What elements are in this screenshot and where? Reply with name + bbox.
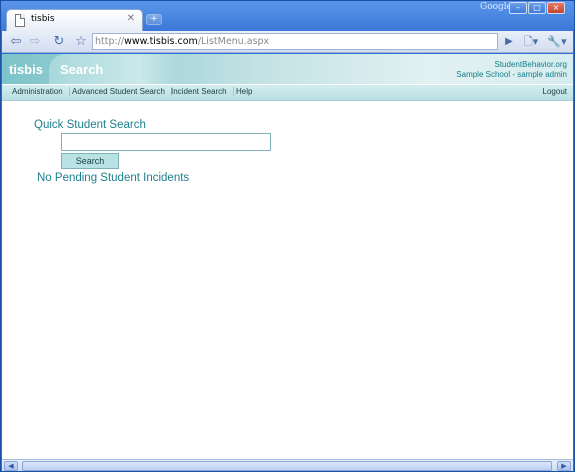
close-window-button[interactable]: × — [547, 2, 565, 14]
page-title: Search — [60, 62, 104, 77]
site-logo[interactable]: tisbis — [9, 62, 43, 77]
menu-item-advanced-student-search[interactable]: Advanced Student Search — [66, 87, 172, 96]
menu-item-help[interactable]: Help — [230, 87, 258, 96]
menu-item-administration[interactable]: Administration — [6, 87, 70, 96]
minimize-button[interactable]: – — [509, 2, 527, 14]
new-tab-button[interactable]: + — [146, 14, 162, 25]
student-search-input[interactable] — [61, 133, 271, 151]
star-icon[interactable]: ☆ — [72, 34, 90, 50]
browser-window: tisbis ✕ + Google – □ × ⇦ ⇨ ↻ ☆ http://w… — [0, 0, 575, 472]
pending-incidents-text: No Pending Student Incidents — [37, 172, 190, 184]
logout-link[interactable]: Logout — [543, 87, 567, 96]
go-icon[interactable]: ▶ — [500, 34, 518, 50]
main-menu: Administration Advanced Student Search I… — [2, 84, 573, 101]
browser-toolbar: ⇦ ⇨ ↻ ☆ http://www.tisbis.com/ListMenu.a… — [2, 31, 573, 53]
site-link[interactable]: StudentBehavior.org — [495, 60, 568, 69]
search-button[interactable]: Search — [61, 153, 119, 169]
address-bar[interactable]: http://www.tisbis.com/ListMenu.aspx — [92, 33, 498, 50]
scroll-left-arrow-icon[interactable]: ◀ — [4, 461, 18, 471]
horizontal-scrollbar[interactable]: ◀ ▶ — [2, 459, 573, 471]
page-icon — [15, 14, 25, 27]
url-host: www.tisbis.com — [124, 36, 198, 47]
scrollbar-thumb[interactable] — [22, 461, 552, 471]
tab-title: tisbis — [31, 14, 55, 24]
site-header: tisbis Search StudentBehavior.org Sample… — [2, 54, 573, 84]
close-tab-icon[interactable]: ✕ — [127, 13, 135, 24]
url-scheme: http:// — [95, 36, 125, 47]
scroll-right-arrow-icon[interactable]: ▶ — [557, 461, 571, 471]
page-menu-icon[interactable]: 🗋▾ — [520, 34, 542, 50]
url-path: /ListMenu.aspx — [197, 36, 270, 47]
quick-search-title: Quick Student Search — [34, 119, 146, 131]
reload-icon[interactable]: ↻ — [50, 34, 68, 50]
title-bar: tisbis ✕ + Google – □ × — [1, 1, 574, 31]
maximize-button[interactable]: □ — [528, 2, 546, 14]
page-content: tisbis Search StudentBehavior.org Sample… — [2, 54, 573, 459]
browser-brand: Google — [480, 2, 512, 12]
forward-arrow-icon[interactable]: ⇨ — [26, 34, 44, 50]
wrench-icon[interactable]: 🔧▾ — [546, 34, 568, 50]
back-arrow-icon[interactable]: ⇦ — [7, 34, 25, 50]
url-text: http://www.tisbis.com/ListMenu.aspx — [95, 36, 269, 47]
user-info: Sample School - sample admin — [456, 70, 567, 79]
browser-tab[interactable]: tisbis ✕ — [6, 9, 143, 31]
menu-item-incident-search[interactable]: Incident Search — [165, 87, 234, 96]
